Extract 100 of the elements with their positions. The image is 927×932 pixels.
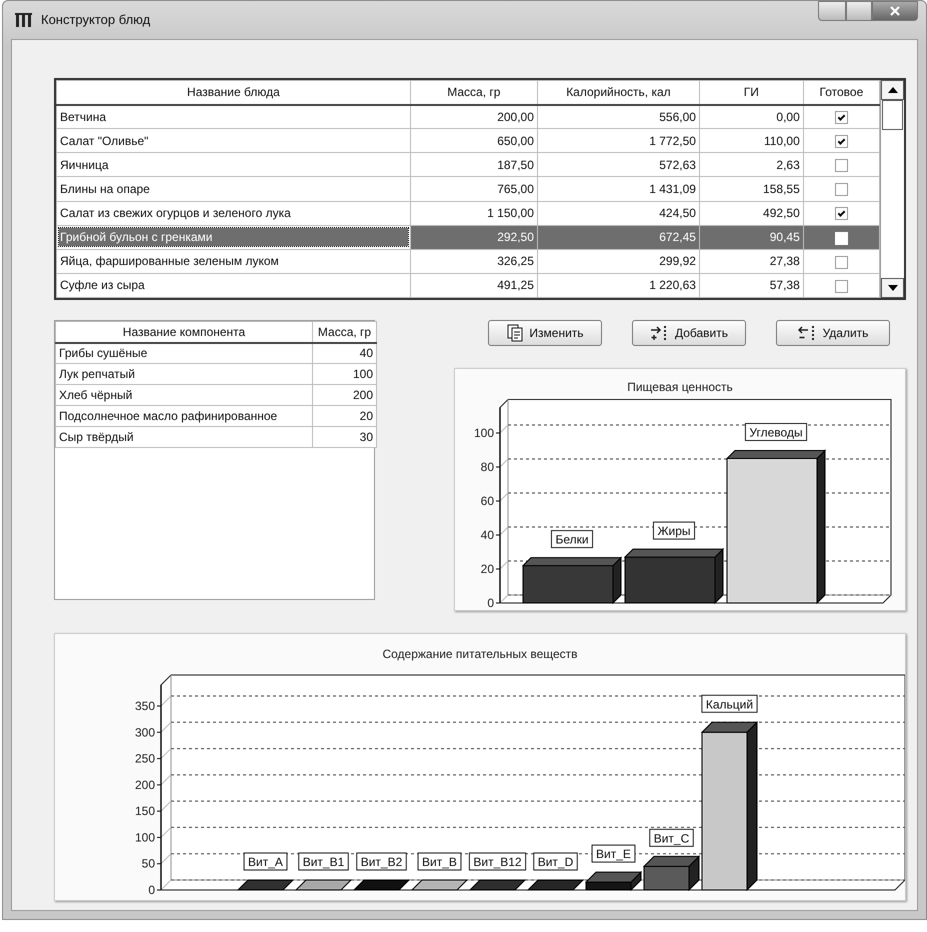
table-cell: 765,00 <box>410 176 538 202</box>
action-button[interactable]: Изменить <box>488 320 602 346</box>
column-header[interactable]: Готовое <box>803 80 880 105</box>
table-cell: Яйца, фаршированные зеленым луком <box>56 249 410 274</box>
checkbox[interactable] <box>834 183 848 196</box>
x-tick-label: Кальций <box>706 697 754 712</box>
minimize-button[interactable] <box>818 1 846 21</box>
checkbox[interactable] <box>834 159 848 172</box>
table-row[interactable]: Блины на опаре 765,00 1 431,09 158,55 <box>56 176 880 202</box>
bar-label: Вит_B <box>418 852 462 870</box>
x-tick-label: Вит_B12 <box>473 855 522 869</box>
table-cell: Сыр твёрдый <box>56 426 312 448</box>
axis-tick-label: 80 <box>480 460 494 474</box>
bar-label: Белки <box>550 530 594 548</box>
bar-label: Углеводы <box>744 423 808 441</box>
table-cell: Грибы сушёные <box>56 342 312 364</box>
table-cell: 672,45 <box>537 225 700 250</box>
bar-label: Вит_B2 <box>356 852 407 870</box>
scroll-down-button[interactable] <box>881 278 904 298</box>
column-header[interactable]: Калорийность, кал <box>537 80 700 105</box>
table-cell: 292,50 <box>410 225 538 250</box>
axis-tick-label: 300 <box>134 725 155 740</box>
caret-up-icon <box>888 87 898 93</box>
axis-tick-label: 60 <box>480 494 494 508</box>
scroll-up-button[interactable] <box>881 80 904 100</box>
x-tick-label: Белки <box>555 532 589 547</box>
table-cell: 1 150,00 <box>410 201 538 226</box>
column-header[interactable]: Масса, гр <box>410 80 538 105</box>
checkbox[interactable] <box>834 256 848 269</box>
x-tick-label: Вит_D <box>538 855 574 869</box>
table-cell: Лук репчатый <box>56 364 312 384</box>
table-cell: 424,50 <box>537 201 700 226</box>
close-button[interactable] <box>872 1 918 21</box>
bar-label: Вит_D <box>533 852 578 870</box>
checkbox[interactable] <box>834 207 848 220</box>
axis-tick-label: 100 <box>134 830 155 844</box>
x-tick-label: Вит_C <box>654 831 690 846</box>
axis-tick-label: 350 <box>134 699 155 713</box>
action-button[interactable]: Добавить <box>632 320 746 346</box>
x-tick-label: Вит_A <box>248 855 283 869</box>
bar-label: Вит_A <box>244 852 288 870</box>
table-cell: 200 <box>312 384 376 406</box>
x-tick-label: Вит_B2 <box>360 855 403 869</box>
table-cell: 30 <box>312 426 376 448</box>
table-cell: Суфле из сыра <box>56 273 410 298</box>
table-cell: 40 <box>312 342 376 364</box>
column-header[interactable]: Масса, гр <box>312 322 376 342</box>
table-cell: 1 220,63 <box>537 273 700 298</box>
axis-tick-label: 50 <box>142 856 155 871</box>
checkbox[interactable] <box>834 135 848 148</box>
table-cell: 491,25 <box>410 273 538 298</box>
table-row[interactable]: Яйца, фаршированные зеленым луком 326,25 299,92 27,38 <box>56 249 880 274</box>
table-cell: 0,00 <box>699 104 804 129</box>
column-header[interactable]: ГИ <box>699 80 804 105</box>
chart-title: Содержание питательных веществ <box>382 647 578 661</box>
checkbox[interactable] <box>834 111 848 124</box>
table-cell: 57,38 <box>699 273 804 298</box>
action-button[interactable]: Удалить <box>776 320 890 346</box>
table-cell: 326,25 <box>410 249 538 274</box>
table-row[interactable]: Салат "Оливье" 650,00 1 772,50 110,00 <box>56 128 880 153</box>
axis-tick-label: 200 <box>134 778 155 792</box>
axis-tick-label: 150 <box>134 804 155 818</box>
table-cell: 1 431,09 <box>537 176 700 202</box>
column-header[interactable]: Название компонента <box>56 322 312 342</box>
table-row[interactable]: Салат из свежих огурцов и зеленого лука 1 150,00 424,50 492,50 <box>56 201 880 226</box>
x-tick-label: Вит_B1 <box>302 855 345 869</box>
close-icon <box>890 6 900 16</box>
table-cell: 27,38 <box>699 249 804 274</box>
axis-tick-label: 40 <box>480 528 494 542</box>
window-title: Конструктор блюд <box>41 11 150 30</box>
bar-label: Вит_E <box>592 844 636 863</box>
table-row[interactable]: Суфле из сыра 491,25 1 220,63 57,38 <box>56 273 880 298</box>
scrollbar-thumb[interactable] <box>882 100 903 130</box>
axis-tick-label: 0 <box>487 596 494 610</box>
axis-tick-label: 0 <box>148 883 155 897</box>
table-row[interactable]: Ветчина 200,00 556,00 0,00 <box>56 104 880 129</box>
axis-tick-label: 250 <box>134 752 155 766</box>
checkbox[interactable] <box>834 280 848 293</box>
chart-title: Пищевая ценность <box>627 380 733 394</box>
table-cell: 100 <box>312 364 376 384</box>
x-tick-label: Жиры <box>657 524 691 538</box>
bar-label: Жиры <box>652 522 696 540</box>
table-cell: 110,00 <box>699 128 804 153</box>
table-cell: 299,92 <box>537 249 700 274</box>
bar-label: Вит_B1 <box>298 852 349 870</box>
x-tick-label: Вит_E <box>596 847 631 862</box>
table-cell: Грибной бульон с гренками <box>56 225 410 250</box>
table-cell: 200,00 <box>410 104 538 129</box>
table-cell: 158,55 <box>699 176 804 202</box>
table-row[interactable]: Яичница 187,50 572,63 2,63 <box>56 152 880 177</box>
maximize-button[interactable] <box>846 1 872 21</box>
axis-tick-label: 100 <box>474 426 494 440</box>
bar-label: Вит_C <box>649 828 694 847</box>
column-header[interactable]: Название блюда <box>56 80 410 105</box>
caret-down-icon <box>888 285 898 291</box>
table-cell: 1 772,50 <box>537 128 700 153</box>
x-tick-label: Вит_B <box>422 855 457 869</box>
table-row[interactable]: Грибной бульон с гренками 292,50 672,45 90,45 <box>56 225 880 250</box>
table-cell: 20 <box>312 406 376 426</box>
cutlery-icon <box>15 12 33 28</box>
